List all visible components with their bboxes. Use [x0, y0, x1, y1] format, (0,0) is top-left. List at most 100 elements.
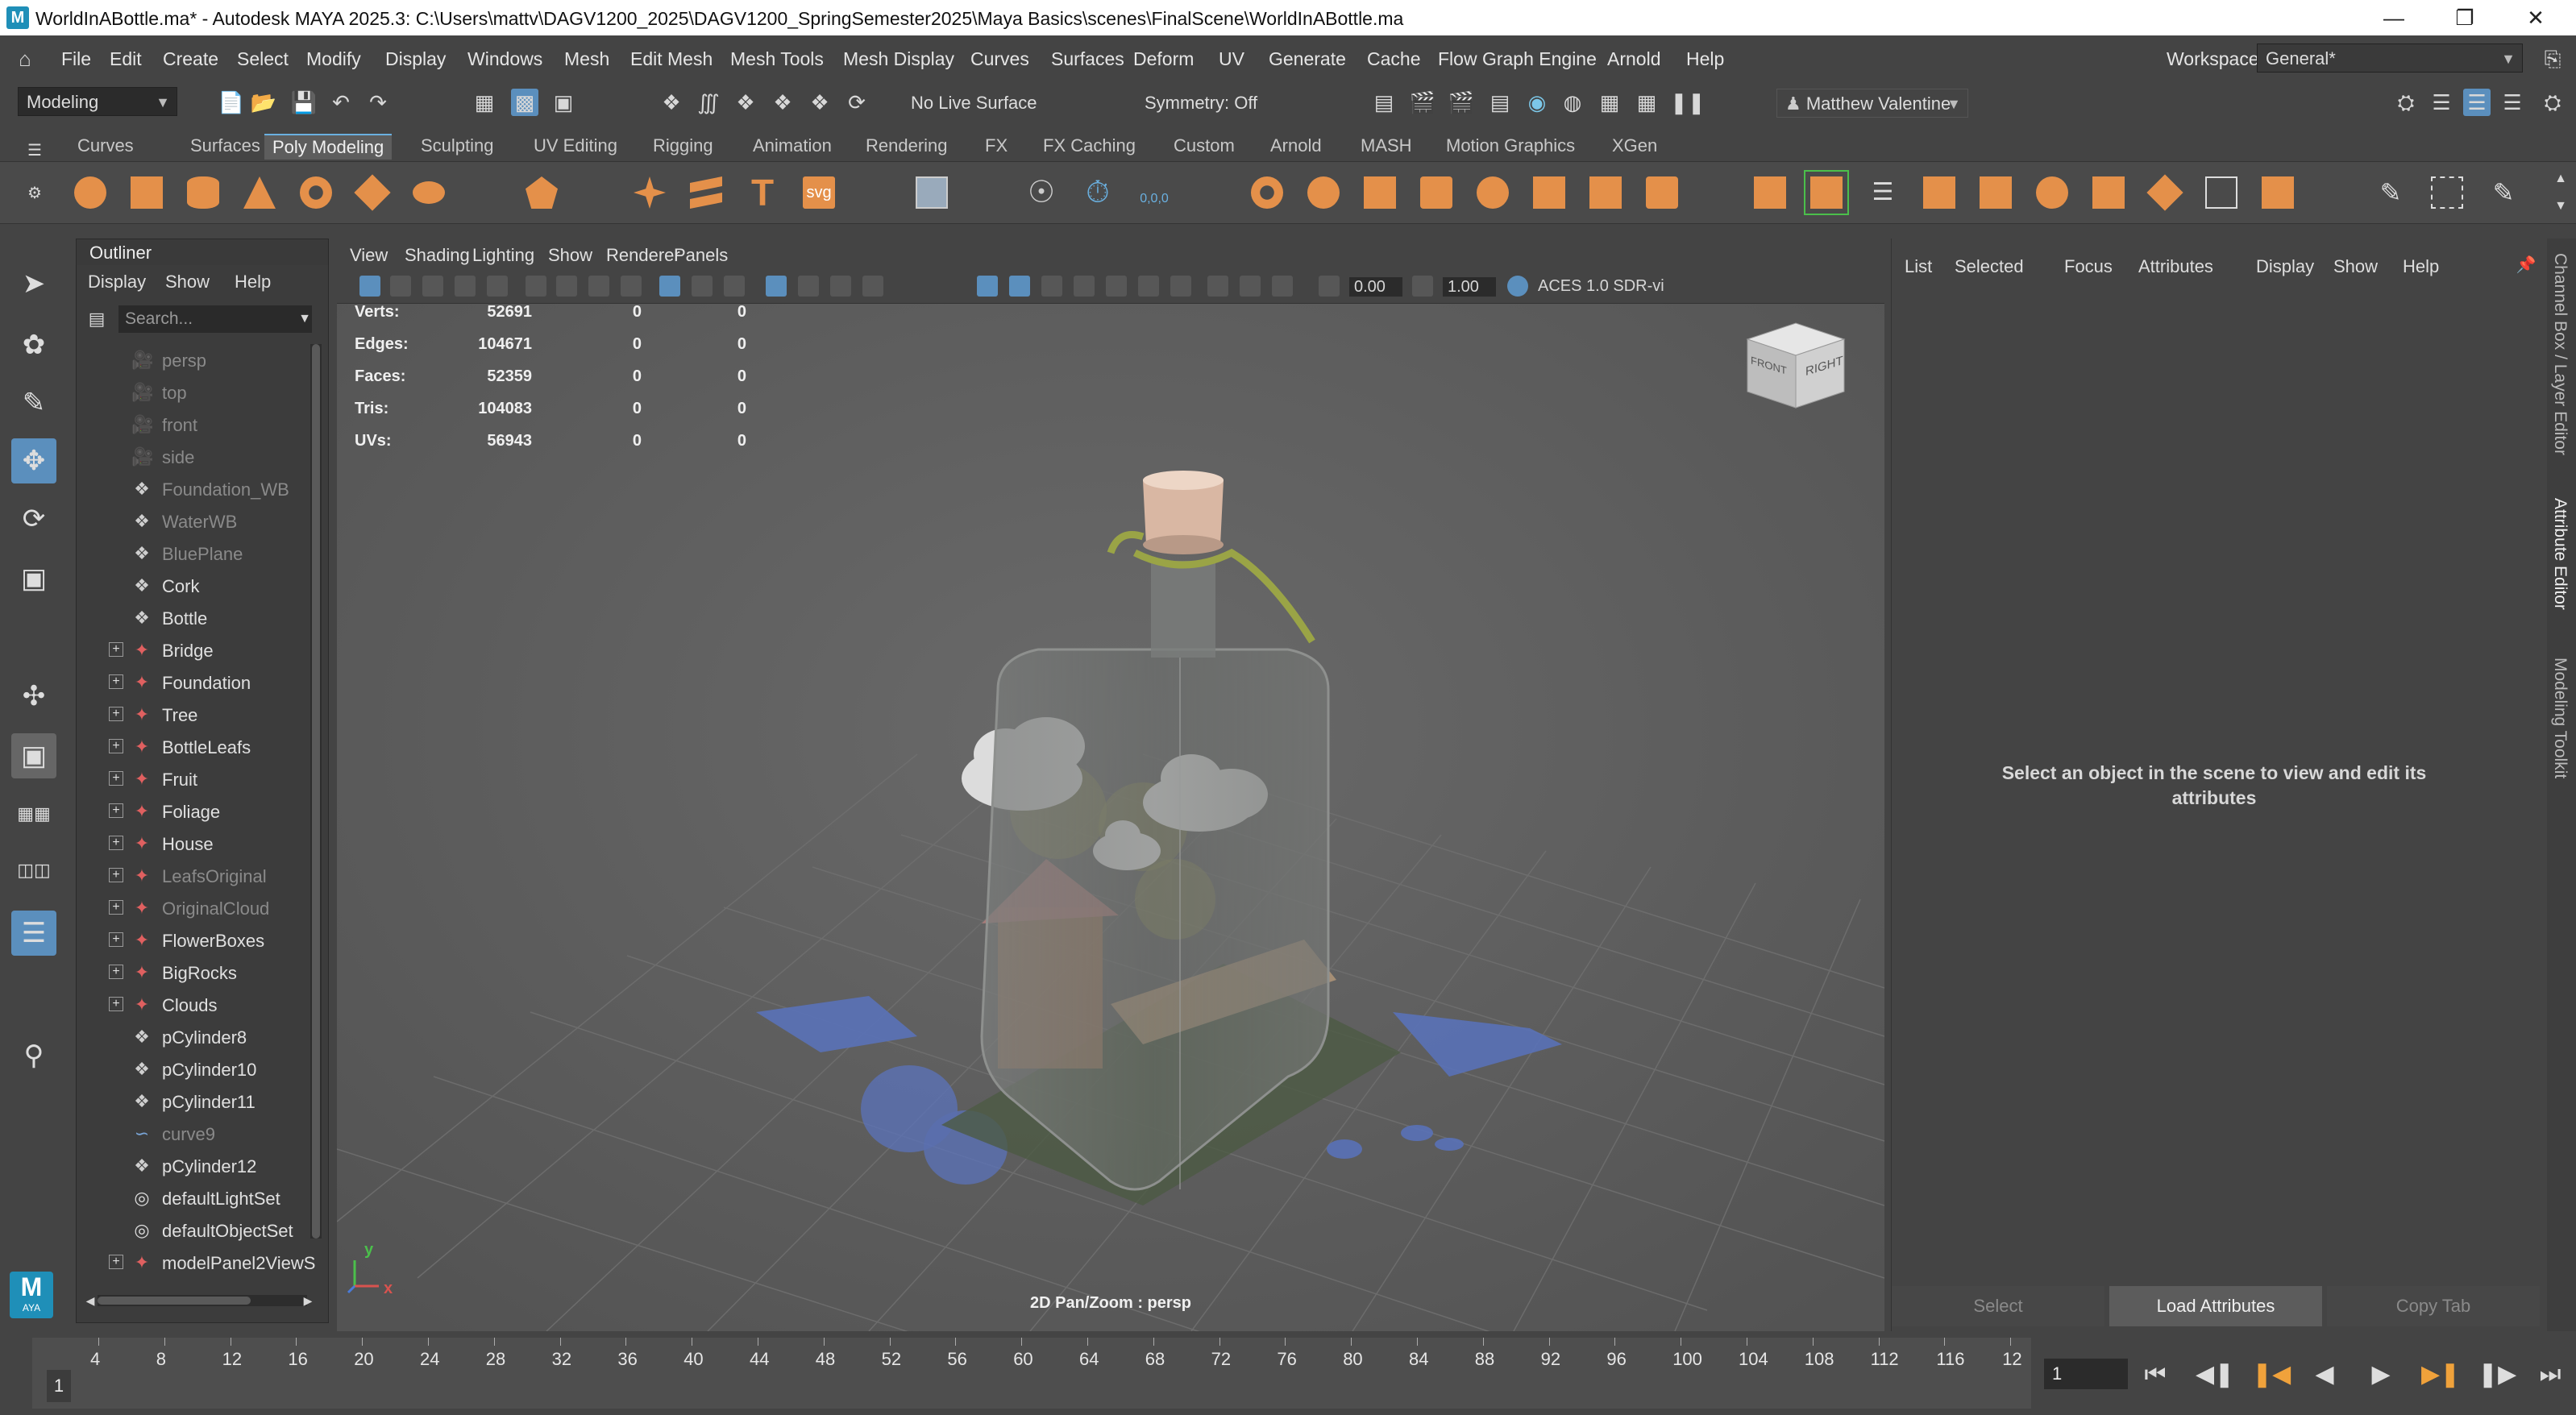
outliner-item[interactable]: + ✦ Tree — [77, 699, 310, 731]
outliner-item[interactable]: + ✦ Bridge — [77, 634, 310, 666]
combine-icon[interactable] — [1246, 172, 1288, 214]
outliner-hscroll-thumb[interactable] — [98, 1297, 251, 1305]
expand-icon[interactable]: + — [109, 771, 123, 786]
shelf-tab-xgen[interactable]: XGen — [1604, 134, 1665, 158]
outliner-item[interactable]: ❖ Foundation_WB — [77, 473, 310, 505]
scroll-right-icon[interactable]: ▶ — [294, 1287, 322, 1314]
play-backwards-icon[interactable]: ◀ — [2308, 1359, 2341, 1391]
two-d-pan-zoom-icon[interactable] — [487, 276, 508, 297]
default-material-icon[interactable] — [830, 276, 851, 297]
outliner-item[interactable]: + ✦ FlowerBoxes — [77, 924, 310, 956]
viewport-menu-panels[interactable]: Panels — [674, 245, 728, 266]
select-components-icon[interactable]: ▣ — [550, 89, 577, 116]
isolate-select-icon[interactable] — [1170, 276, 1191, 297]
current-frame-marker[interactable]: 1 — [47, 1370, 71, 1402]
exposure-field[interactable]: 0.00 — [1349, 277, 1402, 297]
bridge-icon[interactable] — [1641, 172, 1683, 214]
snap-grid-icon[interactable]: ❖ — [658, 89, 685, 116]
show-manipulator-icon[interactable]: ✣ — [11, 674, 56, 719]
edge-loop-icon[interactable]: ☰ — [1862, 172, 1904, 214]
select-tool-icon[interactable]: ➤ — [11, 261, 56, 306]
outliner-item[interactable]: + ✦ OriginalCloud — [77, 892, 310, 924]
outliner-item[interactable]: + ✦ BottleLeafs — [77, 731, 310, 763]
attribute-editor-menu-attributes[interactable]: Attributes — [2138, 256, 2213, 277]
resolution-gate-icon[interactable] — [621, 276, 642, 297]
menu-select[interactable]: Select — [237, 48, 289, 70]
outliner-search-input[interactable]: Search... — [118, 305, 312, 333]
shelf-settings-icon[interactable]: ⚙ — [21, 180, 48, 207]
tab-channel-box[interactable]: Channel Box / Layer Editor — [2550, 253, 2570, 455]
attribute-editor-menu-help[interactable]: Help — [2403, 256, 2439, 277]
shelf-tab-mash[interactable]: MASH — [1352, 134, 1420, 158]
outliner-item[interactable]: ◎ defaultObjectSet — [77, 1214, 310, 1247]
outliner-item[interactable]: ❖ pCylinder10 — [77, 1053, 310, 1085]
menu-edit-mesh[interactable]: Edit Mesh — [630, 48, 713, 70]
render-view-icon[interactable]: ▤ — [1486, 89, 1514, 116]
outliner-menu-display[interactable]: Display — [88, 272, 146, 293]
outliner-item[interactable]: + ✦ Fruit — [77, 763, 310, 795]
tab-modeling-toolkit[interactable]: Modeling Toolkit — [2550, 658, 2570, 778]
menu-mesh-display[interactable]: Mesh Display — [843, 48, 954, 70]
hypershade-icon[interactable]: ◍ — [1559, 89, 1586, 116]
snap-point-icon[interactable]: ❖ — [732, 89, 759, 116]
shelf-tab-motion-graphics[interactable]: Motion Graphics — [1438, 134, 1583, 158]
shelf-tab-surfaces[interactable]: Surfaces — [182, 134, 268, 158]
type-text-icon[interactable]: T — [742, 172, 783, 214]
live-surface-field[interactable]: No Live Surface — [903, 89, 1096, 118]
view-cube[interactable]: FRONT RIGHT — [1739, 315, 1852, 412]
close-icon[interactable]: ✕ — [2503, 3, 2568, 32]
target-weld-icon[interactable] — [2200, 172, 2242, 214]
outliner-scroll-thumb[interactable] — [312, 344, 320, 1239]
shelf-tab-curves[interactable]: Curves — [69, 134, 142, 158]
lasso-tool-icon[interactable]: ✿ — [11, 322, 56, 367]
menu-windows[interactable]: Windows — [467, 48, 542, 70]
camera-attributes-icon[interactable] — [390, 276, 411, 297]
shelf-tab-rendering[interactable]: Rendering — [858, 134, 956, 158]
outliner-item[interactable]: 🎥 persp — [77, 344, 310, 376]
outliner-item[interactable]: + ✦ BigRocks — [77, 956, 310, 989]
expand-icon[interactable]: + — [109, 900, 123, 915]
menu-deform[interactable]: Deform — [1133, 48, 1194, 70]
workspace-dropdown[interactable]: General* ▼ — [2257, 44, 2523, 73]
fill-hole-icon[interactable] — [1749, 172, 1791, 214]
four-view-layout-icon[interactable]: ▦▦ — [11, 791, 56, 836]
outliner-item[interactable]: 🎥 front — [77, 409, 310, 441]
gate-mask-icon[interactable] — [659, 276, 680, 297]
outliner-item[interactable]: ❖ Bottle — [77, 602, 310, 634]
outliner-item[interactable]: 🎥 side — [77, 441, 310, 473]
safe-action-icon[interactable] — [724, 276, 745, 297]
step-forward-frame-icon[interactable]: ❚▶ — [2478, 1359, 2516, 1391]
go-to-end-icon[interactable]: ⏭ — [2534, 1359, 2566, 1391]
outliner-item[interactable]: + ✦ House — [77, 828, 310, 860]
shelf-tab-animation[interactable]: Animation — [745, 134, 840, 158]
search-icon[interactable]: ⚲ — [11, 1033, 56, 1078]
flip-icon[interactable] — [2144, 172, 2186, 214]
tab-attribute-editor[interactable]: Attribute Editor — [2550, 498, 2570, 610]
scale-tool-icon[interactable]: ▣ — [11, 556, 56, 601]
poly-cone-icon[interactable] — [239, 172, 280, 214]
shelf-tab-fx-caching[interactable]: FX Caching — [1035, 134, 1144, 158]
outliner-item[interactable]: ❖ pCylinder12 — [77, 1150, 310, 1182]
attribute-editor-menu-list[interactable]: List — [1905, 256, 1932, 277]
menuset-dropdown[interactable]: Modeling ▼ — [18, 87, 177, 116]
shadows-icon[interactable] — [1041, 276, 1062, 297]
maximize-icon[interactable]: ❐ — [2433, 3, 2497, 32]
outliner-item[interactable]: ❖ WaterWB — [77, 505, 310, 537]
menu-help[interactable]: Help — [1686, 48, 1724, 70]
step-back-frame-icon[interactable]: ◀❚ — [2196, 1359, 2234, 1391]
poly-plane-icon[interactable] — [351, 172, 393, 214]
viewport-menu-show[interactable]: Show — [548, 245, 592, 266]
poly-torus-icon[interactable] — [295, 172, 337, 214]
menu-file[interactable]: File — [61, 48, 91, 70]
use-all-lights-icon[interactable] — [1009, 276, 1030, 297]
bounding-box-icon[interactable] — [2426, 172, 2468, 214]
expand-icon[interactable]: + — [109, 868, 123, 882]
load-attributes-button[interactable]: Load Attributes — [2109, 1286, 2322, 1326]
quad-draw-icon[interactable]: ✎ — [2370, 172, 2412, 214]
super-shape-icon[interactable] — [685, 172, 727, 214]
copy-tab-button[interactable]: Copy Tab — [2327, 1286, 2540, 1326]
shaded-wireframe-icon[interactable] — [862, 276, 883, 297]
outliner-item[interactable]: ❖ pCylinder11 — [77, 1085, 310, 1118]
outliner-item[interactable]: + ✦ Foliage — [77, 795, 310, 828]
outliner-item[interactable]: + ✦ Clouds — [77, 989, 310, 1021]
